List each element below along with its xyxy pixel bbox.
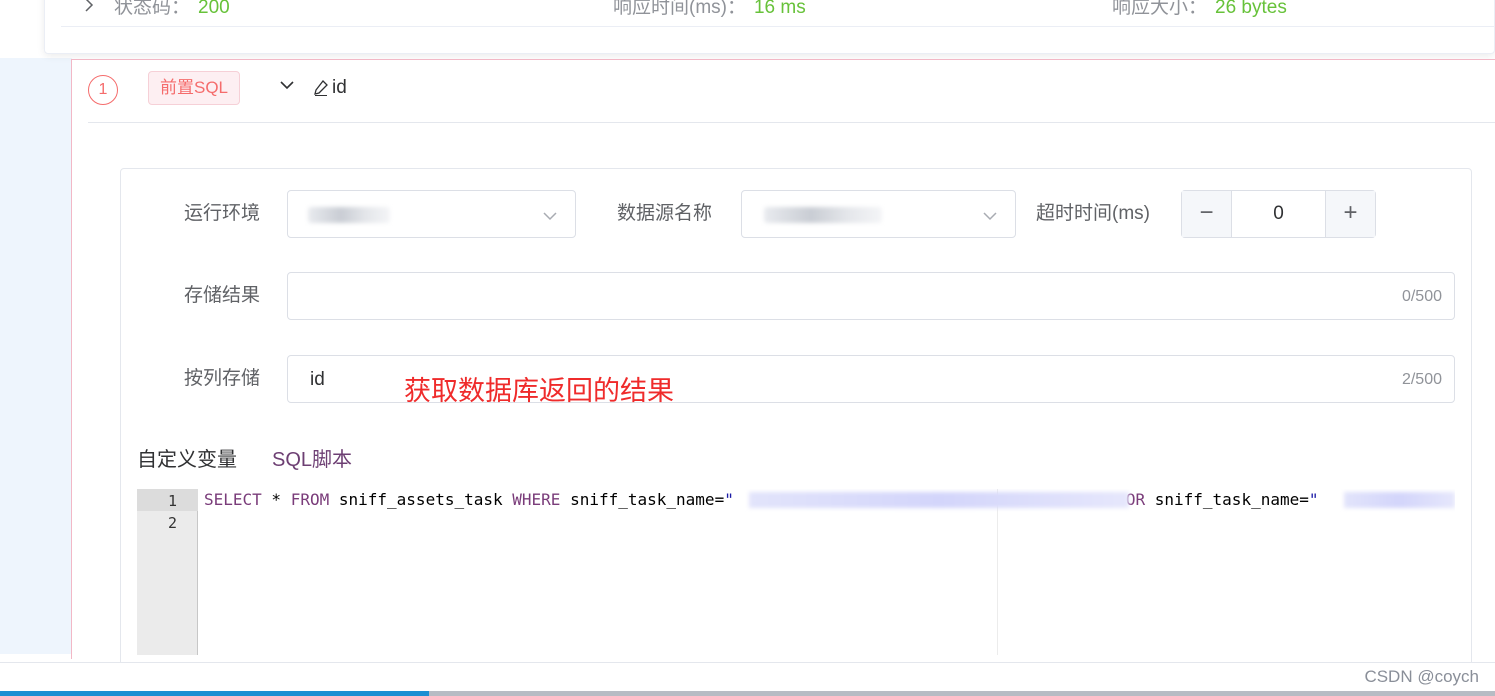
chevron-down-icon[interactable]	[278, 76, 296, 94]
store-result-input[interactable]: 0/500	[287, 272, 1455, 320]
code-token: sniff_task_name=	[560, 490, 725, 509]
code-token: FROM	[290, 490, 330, 509]
code-token: "	[724, 490, 734, 509]
env-select[interactable]	[287, 190, 576, 238]
step-header-divider	[88, 122, 1495, 123]
datasource-label: 数据源名称	[617, 203, 713, 224]
page: 状态码： 200 响应时间(ms)： 16 ms 响应大小： 26 bytes 1 前…	[0, 0, 1495, 696]
editor-gutter: 1 2	[137, 489, 198, 655]
response-size: 响应大小： 26 bytes	[1112, 0, 1287, 19]
code-token: sniff_assets_task	[329, 490, 513, 509]
timeout-value[interactable]: 0	[1232, 191, 1325, 237]
redacted-string-blur	[749, 492, 1129, 508]
response-time-label: 响应时间(ms)：	[613, 0, 746, 18]
status-code: 状态码： 200	[114, 0, 230, 19]
watermark: CSDN @coych	[1364, 667, 1479, 686]
step-type-tag: 前置SQL	[148, 71, 241, 105]
chevron-right-icon[interactable]	[82, 0, 96, 17]
response-size-label: 响应大小：	[1112, 0, 1208, 18]
redacted-value	[308, 207, 390, 223]
print-margin	[997, 489, 998, 655]
code-token: WHERE	[512, 490, 561, 509]
redacted-value	[764, 207, 882, 223]
step-number: 1	[88, 75, 118, 105]
progress-bar	[0, 691, 1495, 696]
store-result-counter: 0/500	[1401, 288, 1442, 305]
datasource-select[interactable]	[741, 190, 1016, 238]
tab-sql-script[interactable]: SQL脚本	[272, 446, 352, 474]
line-number: 2	[167, 514, 177, 532]
timeout-stepper: − 0 +	[1181, 190, 1376, 238]
code-token: SELECT	[204, 490, 262, 509]
response-time-value: 16 ms	[753, 0, 806, 18]
store-column-value: id	[310, 369, 325, 390]
store-result-label: 存储结果	[184, 285, 261, 306]
chevron-down-icon	[981, 206, 999, 224]
increase-button[interactable]: +	[1325, 191, 1375, 237]
step-name[interactable]: id	[312, 74, 347, 102]
code-token: *	[261, 490, 291, 509]
sql-editor[interactable]: 1 2 SELECT * FROM sniff_assets_task WHER…	[137, 489, 1455, 655]
code-token: sniff_task_name=	[1145, 490, 1309, 509]
store-column-counter: 2/500	[1401, 371, 1442, 388]
annotation-text: 获取数据库返回的结果	[404, 376, 674, 406]
env-label: 运行环境	[184, 203, 261, 224]
tab-custom-variables[interactable]: 自定义变量	[137, 446, 237, 474]
left-sidebar-background	[0, 58, 72, 654]
status-code-value: 200	[198, 0, 230, 18]
chevron-down-icon	[541, 206, 559, 224]
store-column-label: 按列存储	[184, 368, 261, 389]
redacted-string-blur	[1344, 492, 1455, 508]
step-name-text: id	[332, 77, 347, 98]
edit-icon[interactable]	[312, 79, 330, 97]
code-token: "	[1308, 490, 1319, 509]
status-code-label: 状态码：	[114, 0, 191, 18]
response-size-value: 26 bytes	[1215, 0, 1287, 18]
line-number: 1	[167, 492, 177, 510]
timeout-label: 超时时间(ms)	[1036, 203, 1150, 224]
response-time: 响应时间(ms)： 16 ms	[613, 0, 806, 19]
progress-fill	[0, 691, 430, 696]
decrease-button[interactable]: −	[1182, 191, 1232, 237]
